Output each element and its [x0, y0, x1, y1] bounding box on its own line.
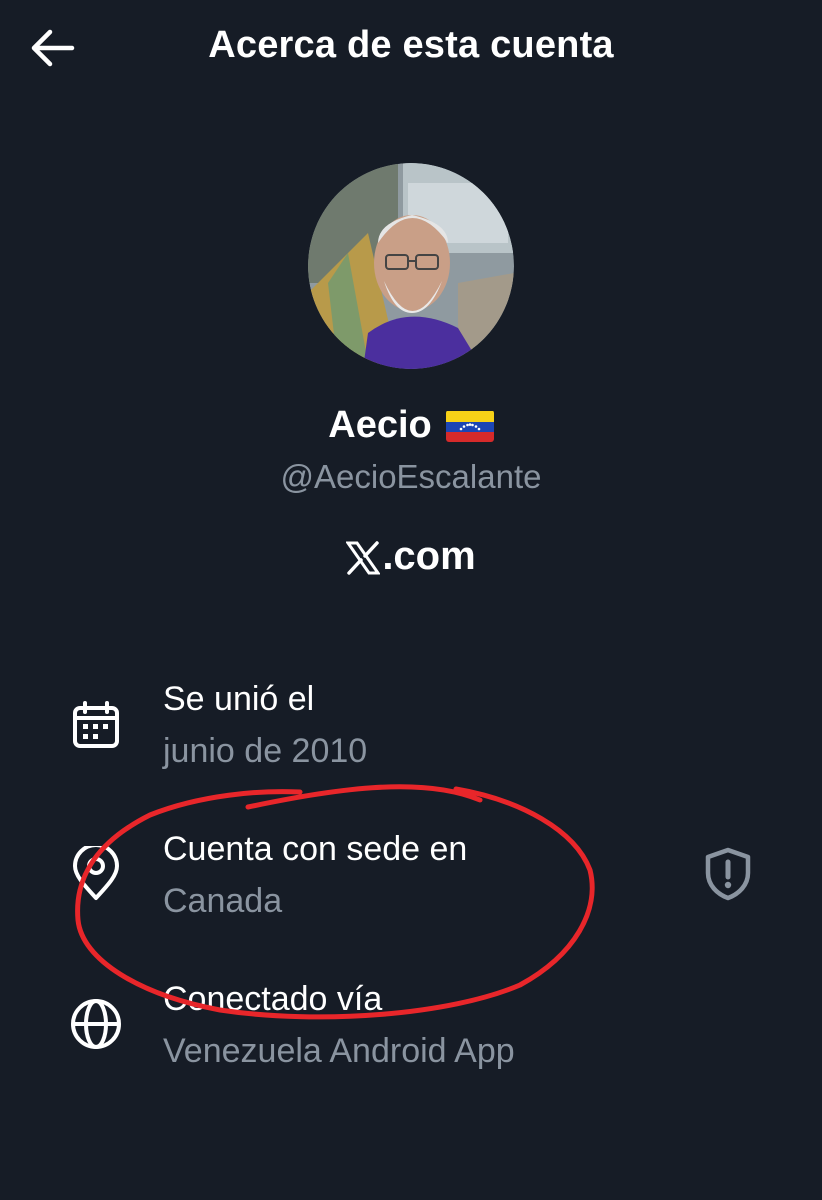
venezuela-flag-icon	[445, 410, 494, 442]
location-pin-icon	[66, 844, 126, 904]
shield-alert-button[interactable]	[700, 844, 756, 904]
display-name: Aecio	[328, 404, 432, 446]
site-label: .com	[0, 534, 822, 579]
username-handle: @AecioEscalante	[280, 458, 542, 495]
site-domain: .com	[382, 534, 476, 578]
avatar[interactable]	[308, 163, 514, 369]
based-in-value: Canada	[163, 882, 283, 920]
connected-via-value: Venezuela Android App	[163, 1032, 515, 1070]
info-row-based-in: Cuenta con sede en Canada	[0, 826, 822, 946]
x-logo-icon	[345, 540, 382, 575]
info-row-connected-via: Conectado vía Venezuela Android App	[0, 976, 822, 1096]
globe-icon	[66, 994, 126, 1054]
joined-label: Se unió el	[163, 680, 315, 718]
page-title: Acerca de esta cuenta	[208, 24, 614, 66]
based-in-label: Cuenta con sede en	[163, 830, 468, 868]
info-row-joined: Se unió el junio de 2010	[0, 676, 822, 796]
joined-value: junio de 2010	[163, 732, 368, 770]
calendar-icon	[66, 696, 126, 756]
top-bar: Acerca de esta cuenta	[0, 0, 822, 100]
shield-alert-icon	[705, 847, 751, 901]
connected-via-label: Conectado vía	[163, 980, 383, 1018]
display-name-row: Aecio	[0, 404, 822, 447]
